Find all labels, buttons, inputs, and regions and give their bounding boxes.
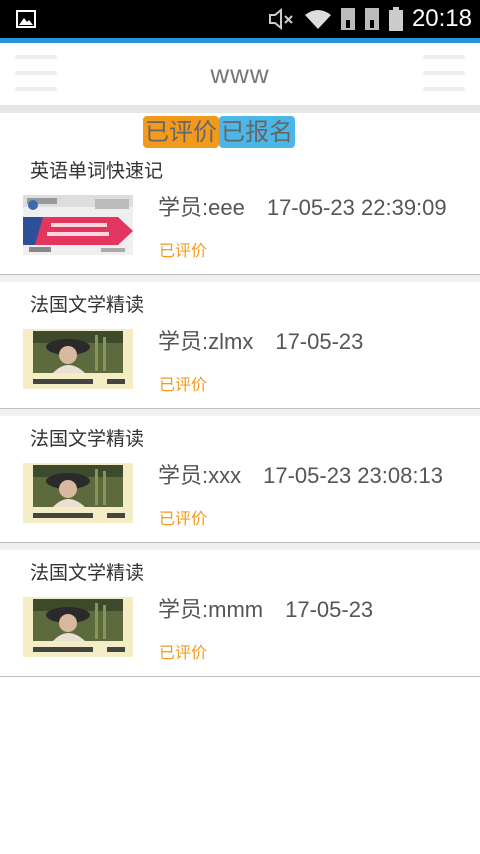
- item-date: 17-05-23 22:39:09: [266, 195, 447, 220]
- list-item[interactable]: 法国文学精读 学员:xxx 17-05-23 23:08:13 已评价: [0, 409, 480, 543]
- course-title: 英语单词快速记: [30, 160, 164, 182]
- course-list: 英语单词快速记 学员:eee 17-05-23 22:39:09 已评价 法国文学…: [0, 148, 480, 677]
- student-name: 学员:eee: [158, 195, 245, 220]
- header: www: [0, 43, 480, 105]
- student-info: 学员:xxx 17-05-23 23:08:13: [158, 458, 443, 490]
- gallery-notification-icon: [16, 10, 36, 28]
- list-item[interactable]: 法国文学精读 学员:zlmx 17-05-23 已评价: [0, 275, 480, 409]
- status-label: 已评价: [159, 375, 208, 394]
- battery-icon: [388, 7, 403, 31]
- course-thumbnail-french: [23, 463, 133, 523]
- student-info: 学员:mmm 17-05-23: [158, 592, 373, 624]
- course-title: 法国文学精读: [30, 294, 145, 316]
- header-divider: [0, 105, 480, 113]
- course-thumbnail-english: [23, 195, 133, 255]
- course-thumbnail-french: [23, 597, 133, 657]
- list-item[interactable]: 法国文学精读 学员:mmm 17-05-23 已评价: [0, 543, 480, 677]
- tab-evaluated[interactable]: 已评价: [143, 116, 219, 148]
- wifi-icon: [304, 10, 331, 29]
- student-info: 学员:zlmx 17-05-23: [158, 324, 363, 356]
- mute-icon: [268, 7, 293, 31]
- course-title: 法国文学精读: [30, 562, 145, 584]
- status-label: 已评价: [159, 241, 208, 260]
- status-bar: 20:18: [0, 0, 480, 38]
- status-time: 20:18: [411, 5, 472, 32]
- sim1-signal-icon: [340, 8, 355, 30]
- student-name: 学员:zlmx: [158, 329, 254, 354]
- tabs: 已评价 已报名: [143, 116, 295, 148]
- list-item[interactable]: 英语单词快速记 学员:eee 17-05-23 22:39:09 已评价: [0, 148, 480, 275]
- tab-signed-up[interactable]: 已报名: [219, 116, 295, 148]
- item-date: 17-05-23: [275, 329, 364, 354]
- page-title: www: [210, 59, 270, 89]
- menu-right-icon[interactable]: [423, 53, 465, 93]
- student-info: 学员:eee 17-05-23 22:39:09: [158, 190, 447, 222]
- student-name: 学员:mmm: [158, 597, 264, 622]
- status-label: 已评价: [159, 643, 208, 662]
- course-thumbnail-french: [23, 329, 133, 389]
- item-date: 17-05-23 23:08:13: [263, 463, 443, 488]
- item-date: 17-05-23: [285, 597, 374, 622]
- course-title: 法国文学精读: [30, 428, 145, 450]
- student-name: 学员:xxx: [158, 463, 242, 488]
- status-label: 已评价: [159, 509, 208, 528]
- sim2-signal-icon: [364, 8, 379, 30]
